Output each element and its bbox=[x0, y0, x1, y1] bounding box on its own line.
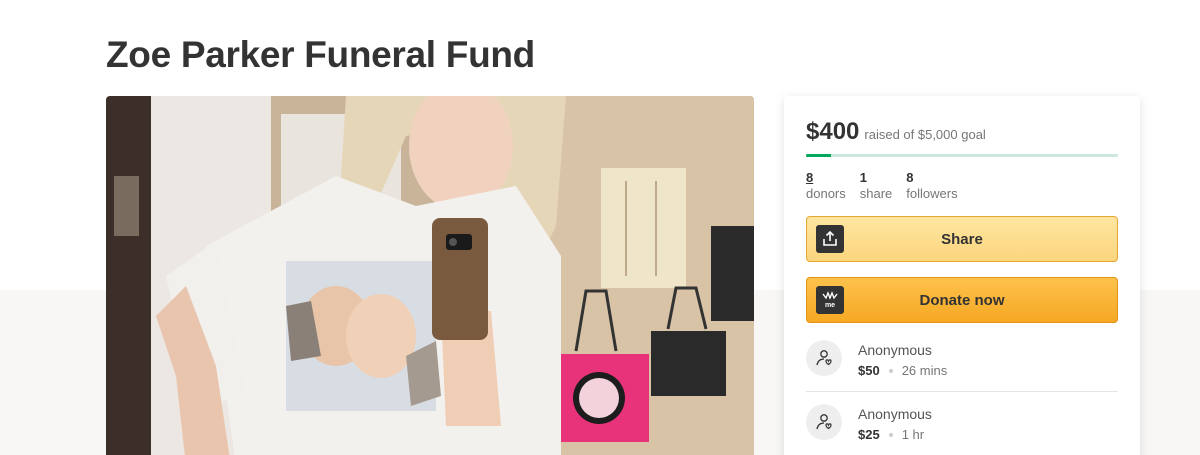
donation-item: Anonymous $50 26 mins bbox=[806, 338, 1118, 394]
donation-amount: $25 bbox=[858, 427, 880, 442]
progress-bar bbox=[806, 154, 1118, 157]
stat-shares-value: 1 bbox=[859, 170, 867, 185]
share-button-label: Share bbox=[941, 230, 983, 248]
donation-item: Anonymous $25 1 hr bbox=[806, 402, 1118, 455]
gofundme-logo-icon: me bbox=[816, 286, 844, 314]
raised-amount: $400 bbox=[806, 118, 860, 145]
donation-time: 1 hr bbox=[901, 427, 925, 442]
page-title: Zoe Parker Funeral Fund bbox=[106, 34, 535, 75]
share-upload-icon bbox=[816, 225, 844, 253]
donor-heart-hand-icon bbox=[806, 340, 842, 376]
stat-donors-label: donors bbox=[806, 186, 846, 201]
campaign-photo[interactable] bbox=[106, 96, 754, 455]
donation-meta: $50 26 mins bbox=[858, 363, 947, 378]
donor-name: Anonymous bbox=[858, 406, 932, 422]
separator-dot bbox=[888, 432, 893, 437]
donation-divider bbox=[806, 391, 1118, 392]
svg-text:me: me bbox=[825, 302, 835, 309]
raised-summary: $400 raised of $5,000 goal bbox=[806, 118, 986, 146]
donate-button-label: Donate now bbox=[919, 291, 1005, 309]
stat-donors-value[interactable]: 8 bbox=[806, 170, 846, 186]
donation-meta: $25 1 hr bbox=[858, 427, 924, 442]
share-button[interactable]: Share bbox=[806, 216, 1118, 262]
campaign-stats: 8 donors 1 share 8 followers bbox=[806, 170, 958, 202]
donor-heart-hand-icon bbox=[806, 404, 842, 440]
donation-amount: $50 bbox=[858, 363, 880, 378]
goal-text: raised of $5,000 goal bbox=[864, 127, 986, 142]
separator-dot bbox=[888, 368, 893, 373]
stat-donors[interactable]: 8 donors bbox=[806, 170, 846, 202]
stat-followers-label: followers bbox=[906, 186, 958, 201]
stat-followers-value: 8 bbox=[906, 170, 914, 185]
donate-now-button[interactable]: me Donate now bbox=[806, 277, 1118, 323]
donation-time: 26 mins bbox=[901, 363, 948, 378]
donor-name: Anonymous bbox=[858, 342, 932, 358]
stat-shares-label: share bbox=[859, 186, 893, 201]
stat-shares: 1 share bbox=[860, 170, 893, 202]
stat-followers: 8 followers bbox=[906, 170, 957, 202]
donation-card: $400 raised of $5,000 goal 8 donors 1 sh… bbox=[784, 96, 1140, 455]
progress-fill bbox=[806, 154, 831, 157]
